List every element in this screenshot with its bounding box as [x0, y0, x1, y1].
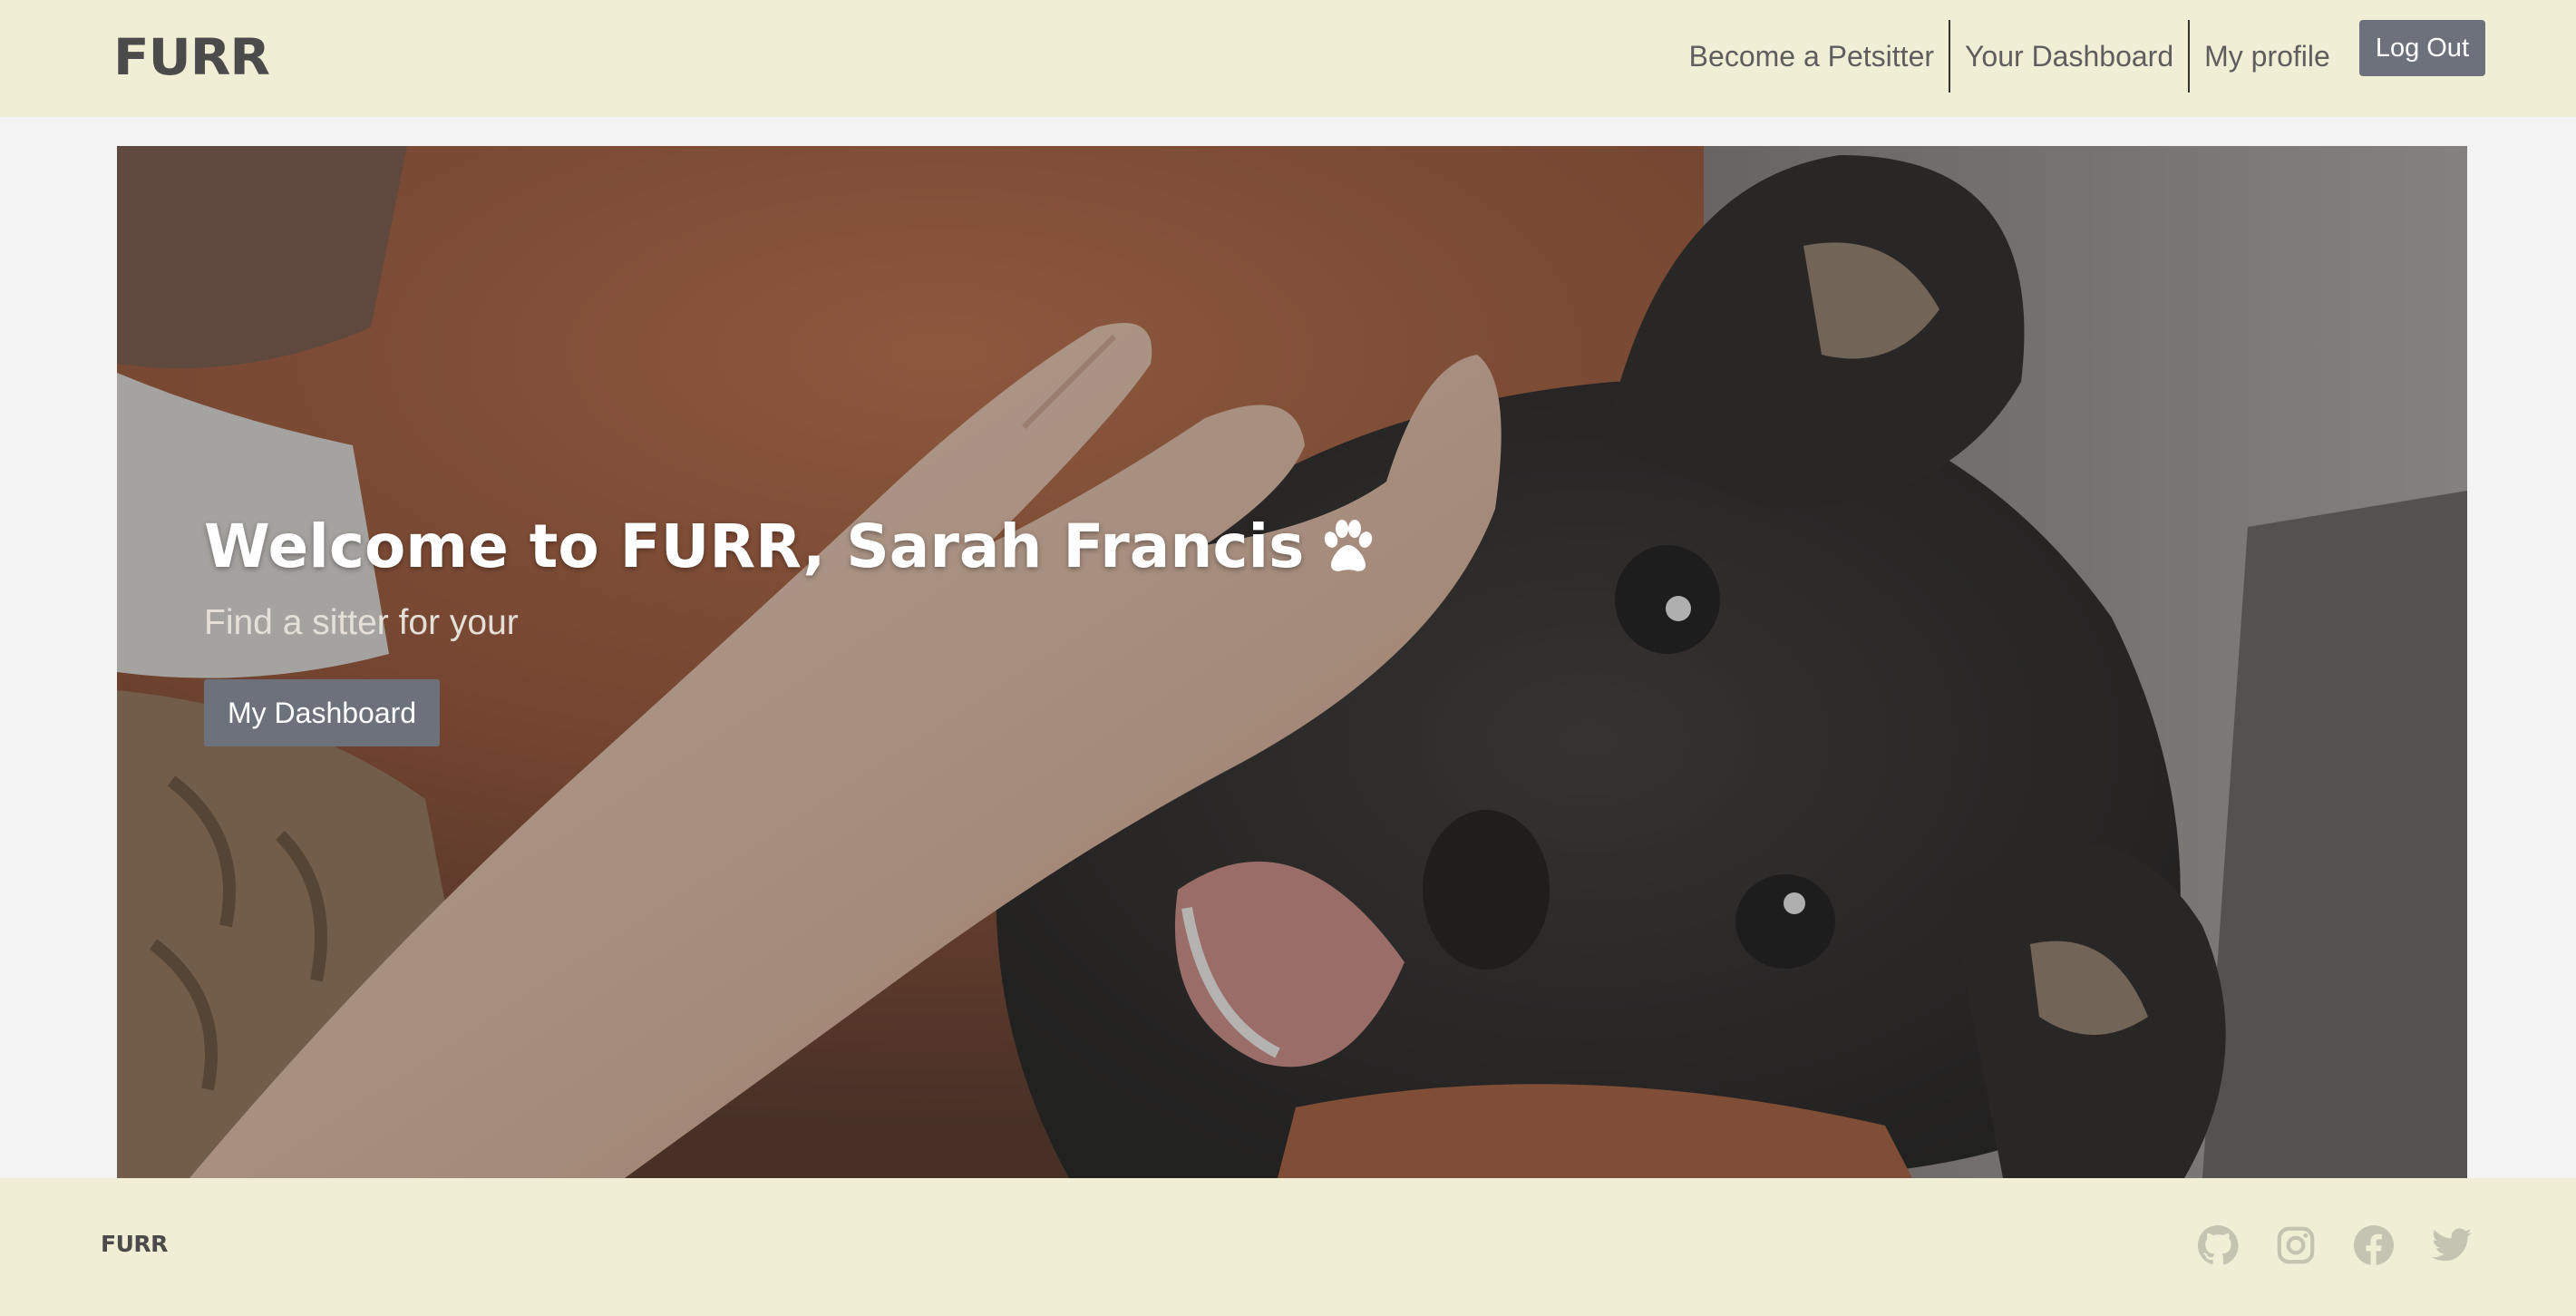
brand-logo[interactable]: FURR: [113, 27, 270, 87]
hero-title: Welcome to FURR, Sarah Francis: [204, 502, 1376, 592]
facebook-icon[interactable]: [2353, 1224, 2395, 1266]
instagram-icon[interactable]: [2275, 1224, 2317, 1266]
social-links: [2197, 1224, 2473, 1266]
github-icon[interactable]: [2197, 1224, 2239, 1266]
hero-content: Welcome to FURR, Sarah Francis Find a si…: [204, 502, 1376, 746]
paw-icon: [1325, 520, 1373, 571]
nav-links: Become a Petsitter Your Dashboard My pro…: [1675, 20, 2485, 93]
hero-banner: Welcome to FURR, Sarah Francis Find a si…: [117, 146, 2467, 1178]
twitter-icon[interactable]: [2431, 1224, 2473, 1266]
footer: FURR: [0, 1178, 2576, 1316]
my-dashboard-button[interactable]: My Dashboard: [204, 679, 441, 746]
nav-link-your-dashboard[interactable]: Your Dashboard: [1950, 20, 2188, 93]
hero-title-text: Welcome to FURR, Sarah Francis: [204, 512, 1305, 581]
brand-logo-text: FURR: [113, 27, 270, 87]
footer-logo[interactable]: FURR: [101, 1233, 168, 1255]
top-navbar: FURR Become a Petsitter Your Dashboard M…: [0, 0, 2576, 117]
hero-subtitle: Find a sitter for your: [204, 603, 519, 642]
nav-link-become-petsitter[interactable]: Become a Petsitter: [1675, 20, 1949, 93]
nav-link-my-profile[interactable]: My profile: [2190, 20, 2345, 93]
logout-button[interactable]: Log Out: [2358, 20, 2485, 76]
